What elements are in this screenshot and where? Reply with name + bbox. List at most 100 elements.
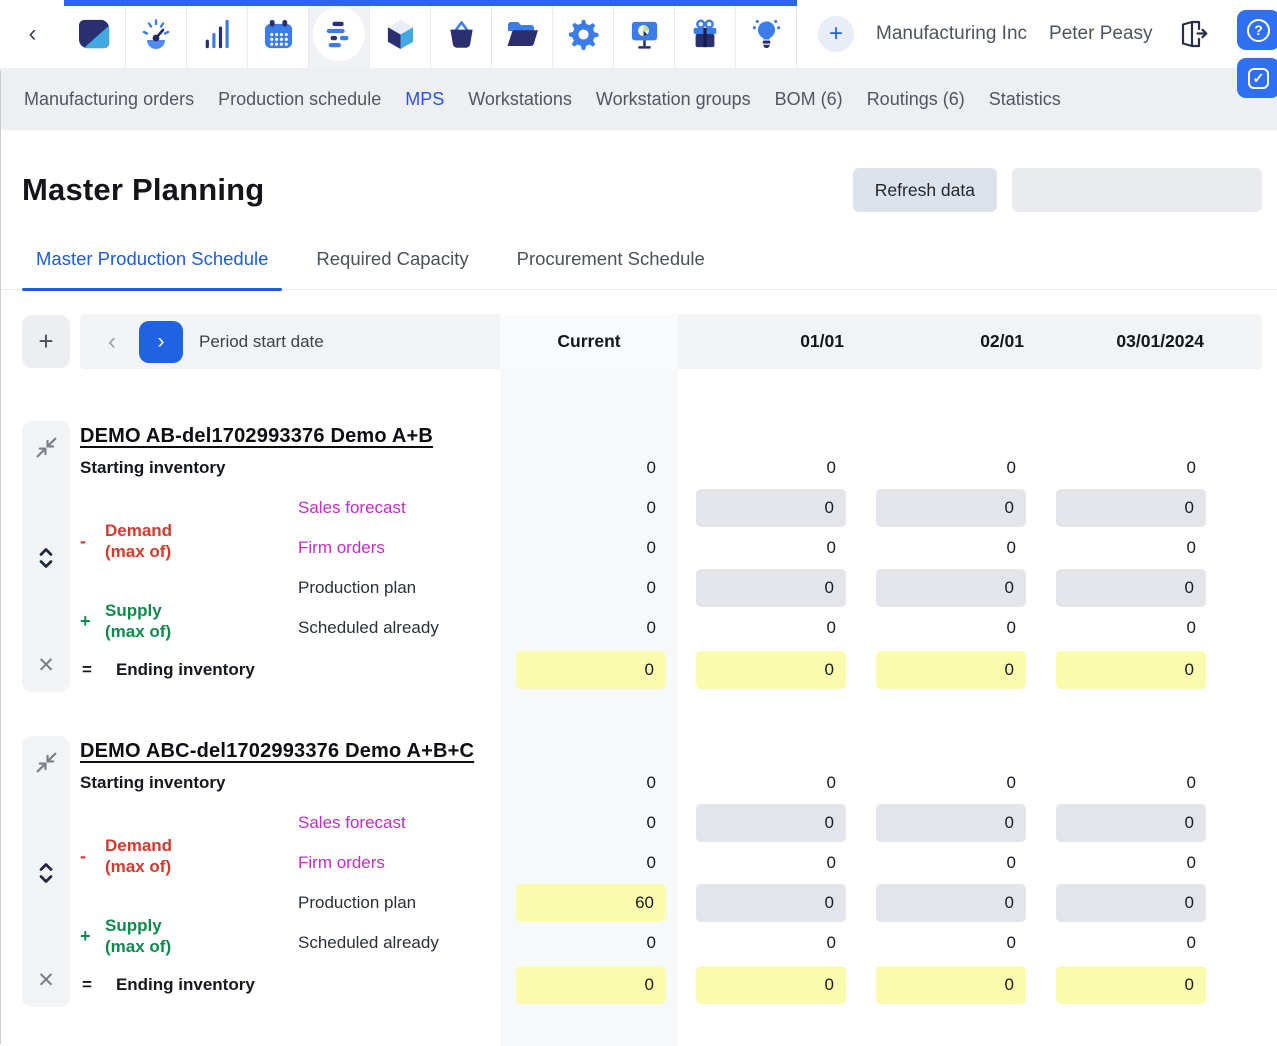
search-box[interactable] (1012, 168, 1262, 212)
company-menu[interactable]: Manufacturing Inc (876, 23, 1027, 45)
cell-input[interactable]: 0 (876, 884, 1026, 922)
calendar[interactable] (248, 0, 309, 68)
collapse-section-icon[interactable] (34, 750, 59, 775)
nav-production-schedule[interactable]: Production schedule (218, 89, 381, 110)
section-controls: ✕ (22, 421, 70, 692)
firm-orders-link[interactable]: Firm orders (298, 853, 385, 872)
cell-input[interactable]: 0 (876, 804, 1026, 842)
cell-input[interactable]: 0 (696, 489, 846, 527)
nav-routings[interactable]: Routings (6) (867, 89, 965, 110)
logout-button[interactable] (1179, 18, 1209, 50)
period-start-date-label: Period start date (199, 332, 324, 352)
settings-gear[interactable] (553, 0, 614, 68)
app-logo[interactable] (65, 0, 126, 68)
logout-door-icon (1179, 18, 1209, 50)
minus-sign: - (80, 846, 94, 867)
nav-workstations[interactable]: Workstations (468, 89, 572, 110)
sales-forecast-link[interactable]: Sales forecast (298, 498, 406, 517)
cell-input[interactable]: 0 (696, 804, 846, 842)
nav-mps[interactable]: MPS (405, 89, 444, 110)
row-label: Ending inventory (116, 975, 255, 995)
reorder-section-icon[interactable] (37, 861, 55, 885)
row-ending-inventory: = Ending inventory 0 0 0 0 (80, 963, 1277, 1007)
remove-section-icon[interactable]: ✕ (37, 655, 55, 676)
reports-presentation[interactable] (614, 0, 675, 68)
column-headers: Current 01/01 02/01 03/01/2024 (500, 314, 1218, 369)
previous-period-button[interactable]: ‹ (108, 330, 116, 354)
gear-icon (567, 18, 600, 51)
product-section-2: ✕ DEMO ABC-del1702993376 Demo A+B+C Star… (0, 732, 1277, 1007)
reorder-section-icon[interactable] (37, 546, 55, 570)
statistics-bars[interactable] (187, 0, 248, 68)
column-header-0101: 01/01 (678, 314, 858, 369)
cell-value: 0 (678, 458, 858, 478)
floating-help-buttons: ? ✓ (1237, 10, 1277, 98)
presentation-icon (628, 18, 661, 51)
production-planning[interactable] (309, 0, 370, 68)
procurement-basket[interactable] (431, 0, 492, 68)
collapse-sidebar-button[interactable]: ‹ (0, 0, 65, 68)
row-production-plan: Production plan 60 0 0 0 (80, 883, 1277, 923)
cell-input[interactable]: 0 (1056, 569, 1206, 607)
cell-input[interactable]: 0 (1056, 489, 1206, 527)
product-section-1: ✕ DEMO AB-del1702993376 Demo A+B Startin… (0, 417, 1277, 692)
rewards-gift[interactable] (675, 0, 736, 68)
cell-value: 0 (1038, 933, 1218, 953)
cell-value: 0 (678, 618, 858, 638)
cell-value: 0 (858, 458, 1038, 478)
tasks-button[interactable]: ✓ (1237, 58, 1277, 98)
cell-value: 0 (500, 813, 678, 833)
column-header-0301: 03/01/2024 (1038, 314, 1218, 369)
documents-folder[interactable] (492, 0, 553, 68)
column-header-0201: 02/01 (858, 314, 1038, 369)
row-firm-orders: Firm orders 0 0 0 0 (80, 528, 1277, 568)
production-plan-label: Production plan (298, 893, 416, 912)
equals-sign: = (82, 975, 92, 995)
quick-add-button[interactable]: + (818, 16, 854, 52)
tab-required-capacity[interactable]: Required Capacity (302, 248, 482, 289)
firm-orders-link[interactable]: Firm orders (298, 538, 385, 557)
product-link[interactable]: DEMO ABC-del1702993376 Demo A+B+C (80, 732, 474, 763)
nav-statistics[interactable]: Statistics (989, 89, 1061, 110)
cell-input[interactable]: 0 (696, 569, 846, 607)
cell-value: 0 (500, 578, 678, 598)
module-nav: Manufacturing orders Production schedule… (0, 68, 1277, 130)
nav-manufacturing-orders[interactable]: Manufacturing orders (24, 89, 194, 110)
cell-value: 0 (1038, 773, 1218, 793)
next-period-button[interactable]: › (139, 321, 183, 363)
remove-section-icon[interactable]: ✕ (37, 970, 55, 991)
cell-input[interactable]: 0 (1056, 804, 1206, 842)
scheduled-already-label: Scheduled already (298, 933, 439, 952)
product-link[interactable]: DEMO AB-del1702993376 Demo A+B (80, 417, 433, 448)
stock-cube[interactable] (370, 0, 431, 68)
help-button[interactable]: ? (1237, 10, 1277, 50)
cell-value: 0 (1038, 538, 1218, 558)
add-product-button[interactable]: + (22, 315, 70, 368)
topbar-right: + Manufacturing Inc Peter Peasy (797, 0, 1277, 68)
cell-result: 0 (516, 966, 666, 1004)
user-menu[interactable]: Peter Peasy (1049, 23, 1153, 45)
sales-forecast-link[interactable]: Sales forecast (298, 813, 406, 832)
ideas-lightbulb[interactable] (736, 0, 797, 68)
cell-result: 0 (696, 966, 846, 1004)
search-input[interactable] (1025, 180, 1266, 200)
gantt-icon (323, 18, 355, 50)
cell-input[interactable]: 0 (696, 884, 846, 922)
question-icon: ? (1247, 19, 1270, 42)
cell-value: 0 (858, 853, 1038, 873)
row-sales-forecast: Sales forecast 0 0 0 0 (80, 488, 1277, 528)
cell-input[interactable]: 0 (1056, 884, 1206, 922)
nav-bom[interactable]: BOM (6) (775, 89, 843, 110)
cell-value: 0 (500, 618, 678, 638)
supply-group-label: + Supply(max of) (80, 896, 171, 976)
plus-sign: + (80, 926, 94, 947)
cell-input[interactable]: 0 (876, 489, 1026, 527)
collapse-section-icon[interactable] (34, 435, 59, 460)
refresh-data-button[interactable]: Refresh data (853, 168, 997, 212)
tab-master-production-schedule[interactable]: Master Production Schedule (22, 248, 282, 289)
tab-procurement-schedule[interactable]: Procurement Schedule (503, 248, 719, 289)
top-icon-bar: ‹ (0, 0, 1277, 68)
dashboard-gauge[interactable] (126, 0, 187, 68)
nav-workstation-groups[interactable]: Workstation groups (596, 89, 751, 110)
cell-input[interactable]: 0 (876, 569, 1026, 607)
